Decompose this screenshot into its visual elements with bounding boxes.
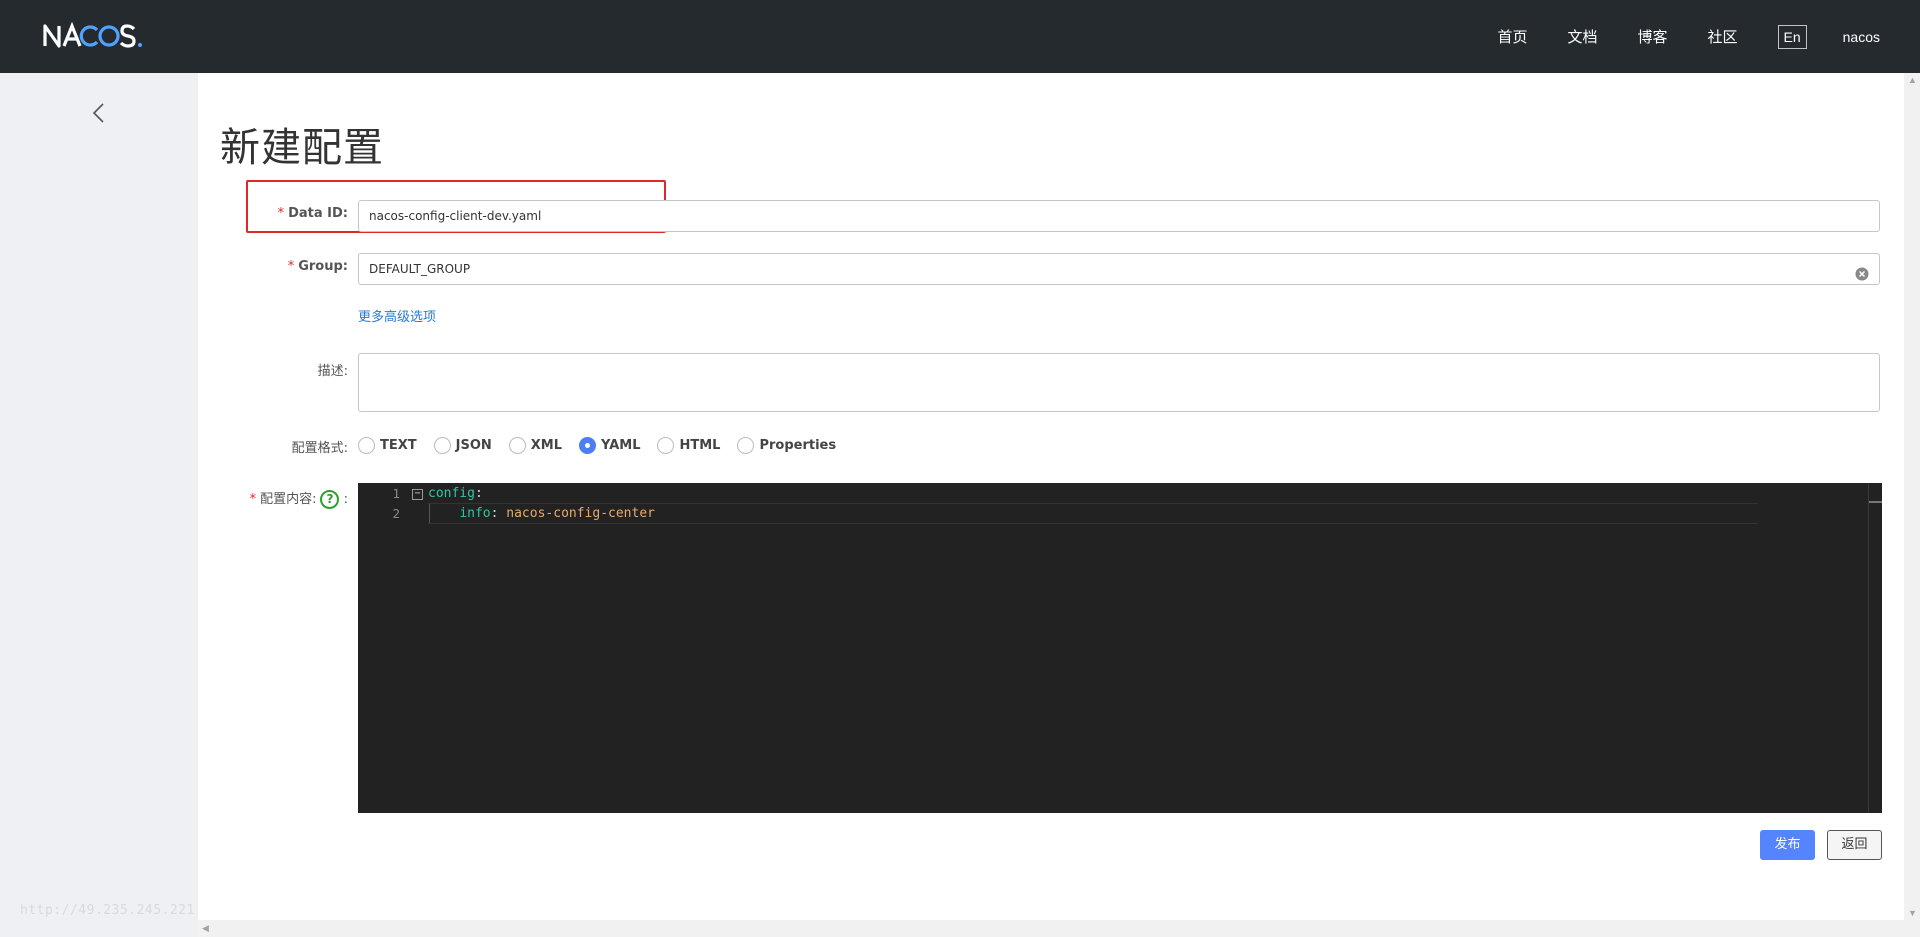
data-id-label-text: Data ID: [288,206,348,221]
group-label: * Group: [198,259,348,274]
radio-icon [657,436,675,454]
status-url-hint: http://49.235.245.221: [20,903,204,918]
code-editor[interactable]: 1 2 − config: info: nacos-config-center [358,483,1882,813]
format-option-yaml[interactable]: YAML [579,436,641,454]
format-option-html[interactable]: HTML [657,436,721,454]
left-sidebar: http://49.235.245.221: [0,73,203,937]
horizontal-scrollbar[interactable]: ◀ [198,920,1920,937]
data-id-input[interactable]: nacos-config-client-dev.yaml [358,200,1880,232]
nav-blog[interactable]: 博客 [1637,26,1667,47]
format-option-xml[interactable]: XML [508,436,563,454]
editor-minimap[interactable] [1868,483,1882,813]
format-option-properties[interactable]: Properties [737,436,837,454]
data-id-label: * Data ID: [198,206,348,221]
main-content: 新建配置 * Data ID: nacos-config-client-dev.y… [198,73,1904,920]
group-input[interactable]: DEFAULT_GROUP [358,253,1880,285]
top-header: 首页 文档 博客 社区 En nacos [0,0,1920,73]
publish-button[interactable]: 发布 [1760,830,1815,860]
format-option-json[interactable]: JSON [433,436,492,454]
required-mark: * [249,492,257,507]
nav-community[interactable]: 社区 [1708,26,1738,47]
radio-label: TEXT [380,437,417,453]
top-nav: 首页 文档 博客 社区 En nacos [1457,0,1880,73]
radio-label: XML [530,437,563,453]
editor-gutter: 1 2 [358,483,402,813]
code-line: config: [428,484,1758,504]
radio-icon [358,436,375,454]
nav-home[interactable]: 首页 [1497,26,1527,47]
radio-checked-icon [579,436,597,454]
fold-toggle-icon[interactable]: − [412,489,423,500]
radio-icon [433,436,451,454]
line-number: 1 [392,486,400,501]
nav-docs[interactable]: 文档 [1567,26,1597,47]
user-name[interactable]: nacos [1843,29,1880,45]
page-title: 新建配置 [220,125,384,171]
required-mark: * [277,206,285,221]
content-label: * 配置内容:? : [198,488,348,509]
yaml-separator: : [474,486,483,501]
line-number: 2 [392,506,400,521]
advanced-options-link[interactable]: 更多高级选项 [358,306,436,325]
back-button[interactable]: 返回 [1827,830,1882,860]
scroll-up-icon[interactable]: ▲ [1908,75,1917,85]
radio-icon [737,436,755,454]
back-arrow-icon[interactable] [88,101,112,125]
scroll-down-icon[interactable]: ▼ [1908,908,1917,918]
radio-label: Properties [759,437,837,453]
required-mark: * [287,259,295,274]
description-label: 描述: [317,364,348,379]
radio-label: JSON [455,437,492,453]
yaml-indent [428,506,459,521]
yaml-key: info [459,506,491,521]
language-toggle-button[interactable]: En [1777,24,1807,49]
group-value: DEFAULT_GROUP [369,262,471,276]
format-option-text[interactable]: TEXT [358,436,417,454]
logo-graphic [43,21,142,48]
content-label-colon: : [343,492,348,507]
radio-icon [508,436,526,454]
nacos-logo[interactable] [43,18,153,54]
data-id-value: nacos-config-client-dev.yaml [369,209,542,223]
code-line: info: nacos-config-center [428,504,1758,524]
radio-label: YAML [601,437,641,453]
help-icon[interactable]: ? [320,490,340,509]
clear-icon[interactable] [1855,262,1869,281]
yaml-separator: : [490,506,507,521]
vertical-scrollbar[interactable]: ▲ ▼ [1904,73,1920,920]
yaml-value: nacos-config-center [506,506,655,521]
scroll-left-icon[interactable]: ◀ [202,923,209,934]
format-radio-group: TEXT JSON XML YAML HTML Properties [358,435,853,455]
description-textarea[interactable] [358,353,1880,412]
radio-label: HTML [679,437,721,453]
minimap-slider[interactable] [1869,501,1882,503]
format-label: 配置格式: [291,441,348,456]
group-label-text: Group: [298,259,348,274]
content-label-text: 配置内容: [260,492,317,507]
yaml-key: config [428,486,475,501]
